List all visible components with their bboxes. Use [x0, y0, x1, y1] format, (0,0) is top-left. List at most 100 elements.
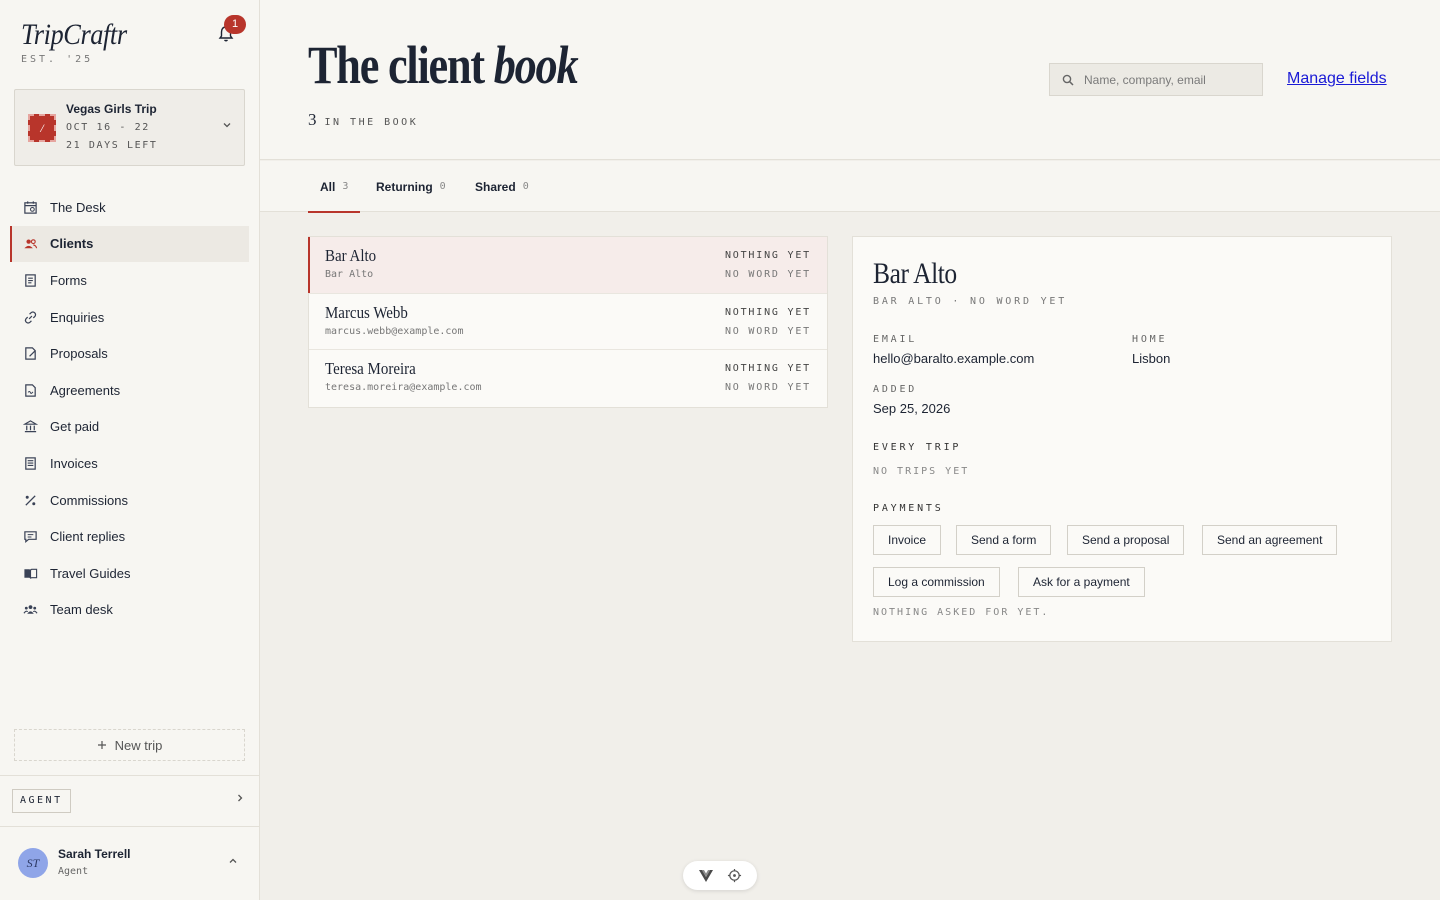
- send-proposal-button[interactable]: Send a proposal: [1067, 525, 1185, 555]
- nav-item-desk[interactable]: The Desk: [10, 189, 249, 226]
- agreement-icon: [22, 382, 38, 398]
- nav-item-travel-guides[interactable]: Travel Guides: [10, 555, 249, 592]
- sidebar: TripCraftr EST. '25 1 / Vegas Girls Trip…: [0, 0, 260, 900]
- tab-returning[interactable]: Returning 0: [376, 161, 446, 212]
- new-trip-button[interactable]: New trip: [14, 729, 245, 761]
- nav-item-forms[interactable]: Forms: [10, 262, 249, 299]
- client-subtitle: marcus.webb@example.com: [325, 325, 464, 337]
- search-input[interactable]: [1084, 72, 1254, 87]
- avatar[interactable]: ST: [18, 848, 48, 878]
- percent-icon: [22, 492, 38, 508]
- email-value[interactable]: hello@baralto.example.com: [873, 351, 1034, 366]
- chevron-down-icon: [223, 123, 231, 128]
- nav-item-clients[interactable]: Clients: [10, 225, 249, 263]
- trips-empty: NO TRIPS YET: [873, 466, 970, 477]
- tab-count: 0: [522, 181, 529, 192]
- manage-fields-link[interactable]: Manage fields: [1287, 70, 1387, 88]
- page-header: The client book 3 IN THE BOOK Manage fie…: [260, 0, 1440, 160]
- nav-item-invoices[interactable]: Invoices: [10, 445, 249, 482]
- client-status: NOTHING YET: [724, 363, 811, 375]
- plus-icon: [97, 741, 106, 749]
- trip-days-left: 21 DAYS LEFT: [66, 140, 158, 151]
- brand-logo: TripCraftr: [21, 18, 127, 51]
- nav-item-agreements[interactable]: Agreements: [10, 372, 249, 409]
- invoice-icon: [22, 455, 38, 471]
- home-value: Lisbon: [1132, 351, 1171, 366]
- client-detail-panel: Bar Alto BAR ALTO · NO WORD YET EMAIL he…: [852, 236, 1392, 642]
- client-reply-status: NO WORD YET: [724, 269, 811, 280]
- notification-badge: 1: [224, 15, 246, 34]
- search-icon: [1062, 74, 1074, 86]
- brand-est: EST. '25: [21, 54, 94, 65]
- nav-label: Get paid: [50, 419, 100, 435]
- trips-label: EVERY TRIP: [873, 442, 962, 453]
- trip-dates: OCT 16 - 22: [66, 122, 150, 133]
- nav-item-proposals[interactable]: Proposals: [10, 335, 249, 372]
- page-title: The client book: [308, 34, 579, 96]
- tab-shared[interactable]: Shared 0: [475, 161, 529, 212]
- search-box[interactable]: [1049, 63, 1263, 96]
- nav-item-commissions[interactable]: Commissions: [10, 482, 249, 519]
- nav-label: Proposals: [50, 346, 108, 362]
- users-icon: [22, 236, 38, 252]
- trip-switcher[interactable]: / Vegas Girls Trip OCT 16 - 22 21 DAYS L…: [14, 89, 245, 166]
- nav-item-client-replies[interactable]: Client replies: [10, 518, 249, 555]
- brand[interactable]: TripCraftr EST. '25: [21, 18, 141, 65]
- invoice-button[interactable]: Invoice: [873, 525, 942, 555]
- nav-label: The Desk: [50, 199, 106, 215]
- client-row[interactable]: Marcus Webb marcus.webb@example.com NOTH…: [309, 294, 827, 351]
- ask-payment-button[interactable]: Ask for a payment: [1018, 567, 1145, 597]
- form-icon: [22, 272, 38, 288]
- tab-label: All: [320, 179, 336, 194]
- trip-title: Vegas Girls Trip: [66, 102, 157, 116]
- page-title-plain: The client: [308, 35, 494, 95]
- payments-label: PAYMENTS: [873, 503, 944, 514]
- client-count: 3 IN THE BOOK: [308, 110, 418, 130]
- tab-all[interactable]: All 3: [308, 161, 361, 213]
- divider: [0, 826, 259, 827]
- agent-role-badge[interactable]: AGENT: [12, 789, 71, 813]
- client-name: Teresa Moreira: [325, 359, 416, 379]
- added-label: ADDED: [873, 384, 918, 395]
- tab-count: 0: [439, 181, 446, 192]
- client-count-label: IN THE BOOK: [324, 117, 419, 128]
- desk-calendar-icon: [22, 199, 38, 215]
- crosshair-icon[interactable]: [727, 868, 742, 883]
- chevron-right-icon[interactable]: [236, 793, 244, 803]
- payments-empty: NOTHING ASKED FOR YET.: [873, 607, 1050, 618]
- client-reply-status: NO WORD YET: [724, 382, 811, 394]
- tab-count: 3: [342, 181, 349, 192]
- client-status: NOTHING YET: [724, 250, 811, 261]
- detail-subtitle: BAR ALTO · NO WORD YET: [873, 296, 1068, 307]
- client-reply-status: NO WORD YET: [724, 325, 811, 337]
- vue-logo-icon[interactable]: [698, 869, 714, 883]
- nav-label: Commissions: [50, 492, 129, 508]
- send-form-button[interactable]: Send a form: [956, 525, 1052, 555]
- nav-label: Travel Guides: [50, 565, 131, 581]
- chevron-up-icon[interactable]: [228, 856, 238, 866]
- client-tabs: All 3 Returning 0 Shared 0: [260, 161, 1440, 213]
- client-row[interactable]: Bar Alto Bar Alto NOTHING YET NO WORD YE…: [308, 237, 827, 294]
- client-status: NOTHING YET: [724, 306, 811, 318]
- client-count-number: 3: [308, 110, 317, 129]
- send-agreement-button[interactable]: Send an agreement: [1202, 525, 1338, 555]
- added-value: Sep 25, 2026: [873, 401, 951, 416]
- nav-label: Team desk: [50, 602, 113, 618]
- nav-item-get-paid[interactable]: Get paid: [10, 409, 249, 446]
- nav-item-team-desk[interactable]: Team desk: [10, 592, 249, 629]
- client-row[interactable]: Teresa Moreira teresa.moreira@example.co…: [309, 350, 827, 407]
- team-icon: [22, 602, 38, 618]
- proposal-icon: [22, 346, 38, 362]
- nav-item-enquiries[interactable]: Enquiries: [10, 299, 249, 336]
- chat-icon: [22, 529, 38, 545]
- client-subtitle: Bar Alto: [325, 269, 374, 280]
- divider: [0, 775, 259, 776]
- nav-label: Enquiries: [50, 309, 105, 325]
- main-nav: The Desk Clients Forms Enquiries Proposa…: [10, 189, 249, 628]
- log-commission-button[interactable]: Log a commission: [873, 567, 1000, 597]
- detail-client-name: Bar Alto: [873, 257, 957, 290]
- book-icon: [22, 565, 38, 581]
- user-name: Sarah Terrell: [58, 847, 131, 861]
- tab-label: Returning: [376, 179, 433, 194]
- client-name: Marcus Webb: [325, 302, 408, 322]
